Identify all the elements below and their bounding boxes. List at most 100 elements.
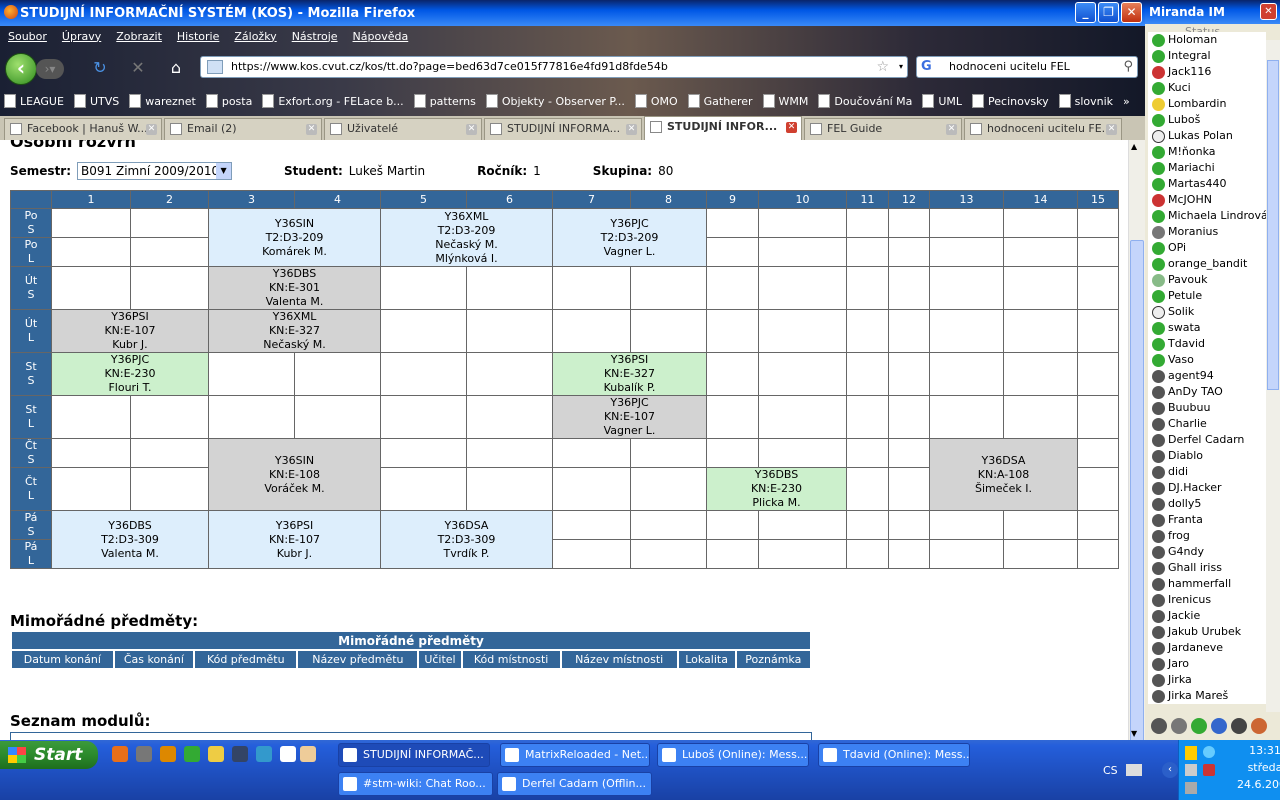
contact-item[interactable]: Integral xyxy=(1148,48,1266,64)
contact-scroll-thumb[interactable] xyxy=(1267,60,1279,390)
antivirus-icon[interactable] xyxy=(1203,764,1215,776)
contact-item[interactable]: Tdavid xyxy=(1148,336,1266,352)
tab-5[interactable]: FEL Guide ✕ xyxy=(804,118,962,140)
contact-item[interactable]: hammerfall xyxy=(1148,576,1266,592)
bookmark-7[interactable]: OMO xyxy=(634,94,678,108)
photoshop-icon[interactable] xyxy=(232,746,248,762)
bookmark-13[interactable]: slovnik xyxy=(1058,94,1113,108)
course-cell[interactable]: Y36DSA KN:A-108 Šimeček I. xyxy=(929,438,1078,511)
close-tab-icon[interactable]: ✕ xyxy=(1106,124,1117,135)
scroll-up-icon[interactable]: ▲ xyxy=(1131,142,1137,151)
scroll-down-icon[interactable]: ▼ xyxy=(1131,729,1137,738)
taskbar-task[interactable]: Tdavid (Online): Mess... xyxy=(818,743,970,767)
contact-item[interactable]: Charlie xyxy=(1148,416,1266,432)
contact-item[interactable]: Jirka Mareš xyxy=(1148,688,1266,704)
bookmark-3[interactable]: posta xyxy=(205,94,252,108)
menu-item-3[interactable]: Historie xyxy=(177,30,219,43)
course-cell[interactable]: Y36PSI KN:E-107 Kubr J. xyxy=(51,309,209,353)
quicklaunch-icon-5[interactable] xyxy=(208,746,224,762)
status-icon[interactable] xyxy=(1191,718,1207,734)
contact-item[interactable]: Petule xyxy=(1148,288,1266,304)
contact-item[interactable]: Solik xyxy=(1148,304,1266,320)
close-tab-icon[interactable]: ✕ xyxy=(786,122,797,133)
contact-item[interactable]: Lukas Polan xyxy=(1148,128,1266,144)
bookmark-1[interactable]: UTVS xyxy=(73,94,119,108)
contact-item[interactable]: didi xyxy=(1148,464,1266,480)
course-cell[interactable]: Y36PJC T2:D3-209 Vagner L. xyxy=(552,208,707,267)
options-icon[interactable] xyxy=(1171,718,1187,734)
close-tab-icon[interactable]: ✕ xyxy=(306,124,317,135)
bookmark-4[interactable]: Exfort.org - FELace b... xyxy=(262,94,404,108)
course-cell[interactable]: Y36PJC KN:E-230 Flouri T. xyxy=(51,352,209,396)
taskbar-task[interactable]: #stm-wiki: Chat Roo... xyxy=(338,772,493,796)
stop-icon[interactable]: ✕ xyxy=(128,58,148,78)
course-cell[interactable]: Y36XML KN:E-327 Nečaský M. xyxy=(208,309,381,353)
close-tab-icon[interactable]: ✕ xyxy=(626,124,637,135)
contact-item[interactable]: Jackie xyxy=(1148,608,1266,624)
minimize-button[interactable]: _ xyxy=(1075,2,1096,23)
volume-icon[interactable] xyxy=(1185,782,1197,794)
contact-item[interactable]: Ghall iriss xyxy=(1148,560,1266,576)
contact-item[interactable]: frog xyxy=(1148,528,1266,544)
tab-3[interactable]: STUDIJNÍ INFORMA... ✕ xyxy=(484,118,642,140)
search-icon[interactable]: ⚲ xyxy=(1123,57,1133,77)
tab-4[interactable]: STUDIJNÍ INFOR... ✕ xyxy=(644,116,802,140)
course-cell[interactable]: Y36PSI KN:E-107 Kubr J. xyxy=(208,510,381,569)
course-cell[interactable]: Y36DSA T2:D3-309 Tvrdík P. xyxy=(380,510,553,569)
forward-button[interactable]: ›▾ xyxy=(36,59,64,79)
clock[interactable]: 13:31 středa 24.6.2009 xyxy=(1237,744,1280,791)
contact-item[interactable]: Jardaneve xyxy=(1148,640,1266,656)
close-tab-icon[interactable]: ✕ xyxy=(946,124,957,135)
bookmark-8[interactable]: Gatherer xyxy=(687,94,753,108)
contact-item[interactable]: dolly5 xyxy=(1148,496,1266,512)
keyboard-icon[interactable] xyxy=(1126,764,1142,776)
bookmark-10[interactable]: Doučování Ma xyxy=(818,94,912,108)
page-scrollbar[interactable]: ▲ ▼ xyxy=(1128,140,1145,745)
menu-item-2[interactable]: Zobrazit xyxy=(116,30,162,43)
close-tab-icon[interactable]: ✕ xyxy=(466,124,477,135)
contact-item[interactable]: Luboš xyxy=(1148,112,1266,128)
contact-item[interactable]: swata xyxy=(1148,320,1266,336)
chat-icon[interactable] xyxy=(1231,718,1247,734)
maximize-button[interactable]: ❐ xyxy=(1098,2,1119,23)
close-button[interactable]: ✕ xyxy=(1121,2,1142,23)
contact-item[interactable]: Martas440 xyxy=(1148,176,1266,192)
taskbar-task[interactable]: Luboš (Online): Mess... xyxy=(657,743,809,767)
taskbar-task[interactable]: Derfel Cadarn (Offlin... xyxy=(497,772,652,796)
contact-item[interactable]: Mariachi xyxy=(1148,160,1266,176)
semestr-select[interactable]: B091 Zimní 2009/2010 ▼ xyxy=(77,162,233,180)
tray-expand-icon[interactable]: ‹ xyxy=(1162,762,1178,778)
contact-item[interactable]: Derfel Cadarn xyxy=(1148,432,1266,448)
contact-scrollbar[interactable] xyxy=(1266,40,1280,712)
quicklaunch-icon-3[interactable] xyxy=(160,746,176,762)
mail-icon[interactable] xyxy=(1251,718,1267,734)
contact-item[interactable]: orange_bandit xyxy=(1148,256,1266,272)
contact-item[interactable]: G4ndy xyxy=(1148,544,1266,560)
contact-item[interactable]: Moranius xyxy=(1148,224,1266,240)
contact-item[interactable]: DJ.Hacker xyxy=(1148,480,1266,496)
miranda-close-button[interactable]: ✕ xyxy=(1260,3,1277,20)
menu-icon[interactable] xyxy=(1151,718,1167,734)
contact-item[interactable]: Holoman xyxy=(1148,32,1266,48)
contact-item[interactable]: Franta xyxy=(1148,512,1266,528)
contact-item[interactable]: Jirka xyxy=(1148,672,1266,688)
contact-item[interactable]: Lombardin xyxy=(1148,96,1266,112)
quicklaunch-icon-8[interactable] xyxy=(280,746,296,762)
tab-2[interactable]: Uživatelé ✕ xyxy=(324,118,482,140)
network-icon[interactable] xyxy=(1185,764,1197,776)
menu-item-4[interactable]: Záložky xyxy=(234,30,276,43)
contact-item[interactable]: AnDy TAO xyxy=(1148,384,1266,400)
bookmark-11[interactable]: UML xyxy=(922,94,962,108)
contact-item[interactable]: OPi xyxy=(1148,240,1266,256)
course-cell[interactable]: Y36PSI KN:E-327 Kubalík P. xyxy=(552,352,707,396)
menu-item-1[interactable]: Úpravy xyxy=(62,30,101,43)
tray-icon-1[interactable] xyxy=(1185,746,1197,760)
course-cell[interactable]: Y36DBS T2:D3-309 Valenta M. xyxy=(51,510,209,569)
tab-6[interactable]: hodnoceni ucitelu FE... ✕ xyxy=(964,118,1122,140)
url-bar[interactable]: https://www.kos.cvut.cz/kos/tt.do?page=b… xyxy=(200,56,908,78)
bookmarks-more-icon[interactable]: » xyxy=(1123,95,1130,108)
course-cell[interactable]: Y36PJC KN:E-107 Vagner L. xyxy=(552,395,707,439)
back-button[interactable]: ‹ xyxy=(5,53,37,85)
course-cell[interactable]: Y36DBS KN:E-230 Plicka M. xyxy=(706,467,847,511)
start-button[interactable]: Start xyxy=(0,741,98,769)
